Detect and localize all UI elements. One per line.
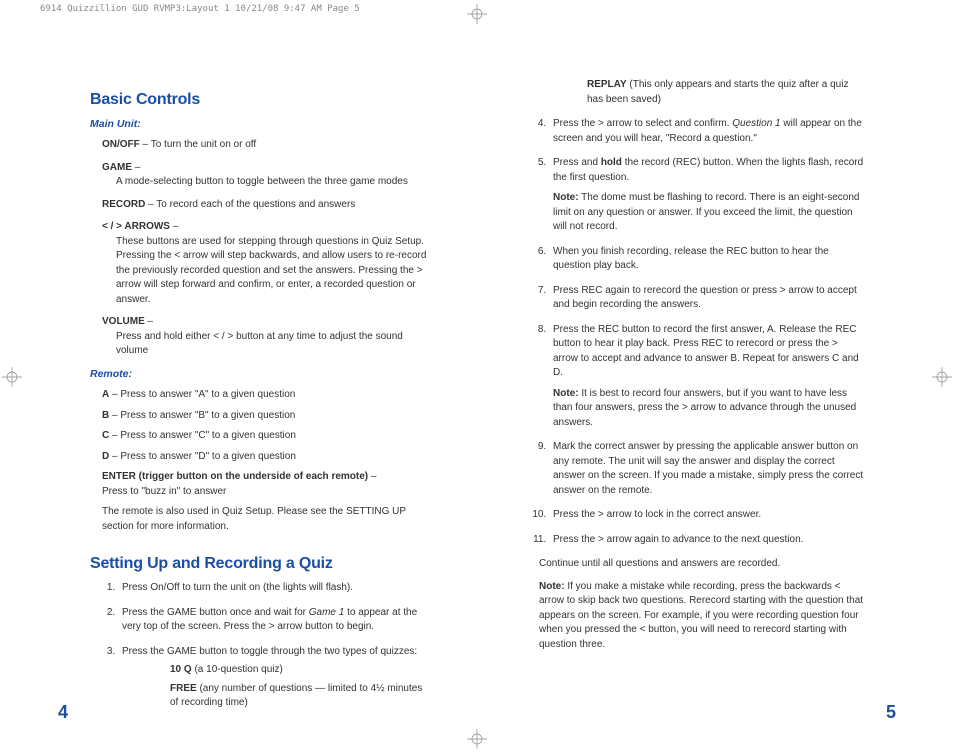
step-7: Press REC again to rerecord the question… [549, 284, 864, 313]
step-6: When you finish recording, release the R… [549, 245, 864, 274]
print-header: 6914 Quizzillion GUD RVMP3:Layout 1 10/2… [40, 4, 360, 14]
step-4: Press the > arrow to select and confirm.… [549, 117, 864, 146]
step-8-note: Note: It is best to record four answers,… [553, 387, 864, 431]
heading-basic-controls: Basic Controls [90, 88, 427, 111]
remote-note: The remote is also used in Quiz Setup. P… [102, 505, 427, 534]
heading-setting-up: Setting Up and Recording a Quiz [90, 552, 427, 575]
step-3-sub1: 10 Q (a 10-question quiz) [170, 663, 427, 678]
continue-note: Continue until all questions and answers… [539, 557, 864, 572]
main-unit-definitions: ON/OFF – To turn the unit on or off GAME… [102, 138, 427, 359]
def-game: GAME – A mode-selecting button to toggle… [102, 161, 427, 190]
def-b: B – Press to answer "B" to a given quest… [102, 409, 427, 424]
step-2: Press the GAME button once and wait for … [118, 606, 427, 635]
def-arrows: < / > ARROWS – These buttons are used fo… [102, 220, 427, 307]
def-a: A – Press to answer "A" to a given quest… [102, 388, 427, 403]
step-5-note: Note: The dome must be flashing to recor… [553, 191, 864, 235]
def-enter: ENTER (trigger button on the underside o… [102, 470, 427, 499]
def-c: C – Press to answer "C" to a given quest… [102, 429, 427, 444]
step-3: Press the GAME button to toggle through … [118, 645, 427, 711]
step-1: Press On/Off to turn the unit on (the li… [118, 581, 427, 596]
registration-mark-bottom [467, 729, 487, 749]
setup-steps-left: Press On/Off to turn the unit on (the li… [118, 581, 427, 711]
def-volume: VOLUME – Press and hold either < / > but… [102, 315, 427, 359]
subhead-remote: Remote: [90, 367, 427, 382]
page-number-left: 4 [58, 702, 68, 723]
registration-mark-top [467, 4, 487, 24]
step-3-sub2: FREE (any number of questions — limited … [170, 682, 427, 711]
step-11: Press the > arrow again to advance to th… [549, 533, 864, 548]
replay-line: REPLAY (This only appears and starts the… [587, 78, 864, 107]
subhead-main-unit: Main Unit: [90, 117, 427, 132]
page-number-right: 5 [886, 702, 896, 723]
step-5: Press and hold the record (REC) button. … [549, 156, 864, 235]
step-9: Mark the correct answer by pressing the … [549, 440, 864, 498]
def-record: RECORD – To record each of the questions… [102, 198, 427, 213]
setup-steps-right: Press the > arrow to select and confirm.… [549, 117, 864, 547]
step-10: Press the > arrow to lock in the correct… [549, 508, 864, 523]
def-onoff: ON/OFF – To turn the unit on or off [102, 138, 427, 153]
remote-definitions: A – Press to answer "A" to a given quest… [102, 388, 427, 499]
final-note: Note: If you make a mistake while record… [539, 580, 864, 653]
def-d: D – Press to answer "D" to a given quest… [102, 450, 427, 465]
page-spread: Basic Controls Main Unit: ON/OFF – To tu… [0, 78, 954, 723]
step-8: Press the REC button to record the first… [549, 323, 864, 431]
page-right: REPLAY (This only appears and starts the… [477, 78, 954, 723]
page-left: Basic Controls Main Unit: ON/OFF – To tu… [0, 78, 477, 723]
